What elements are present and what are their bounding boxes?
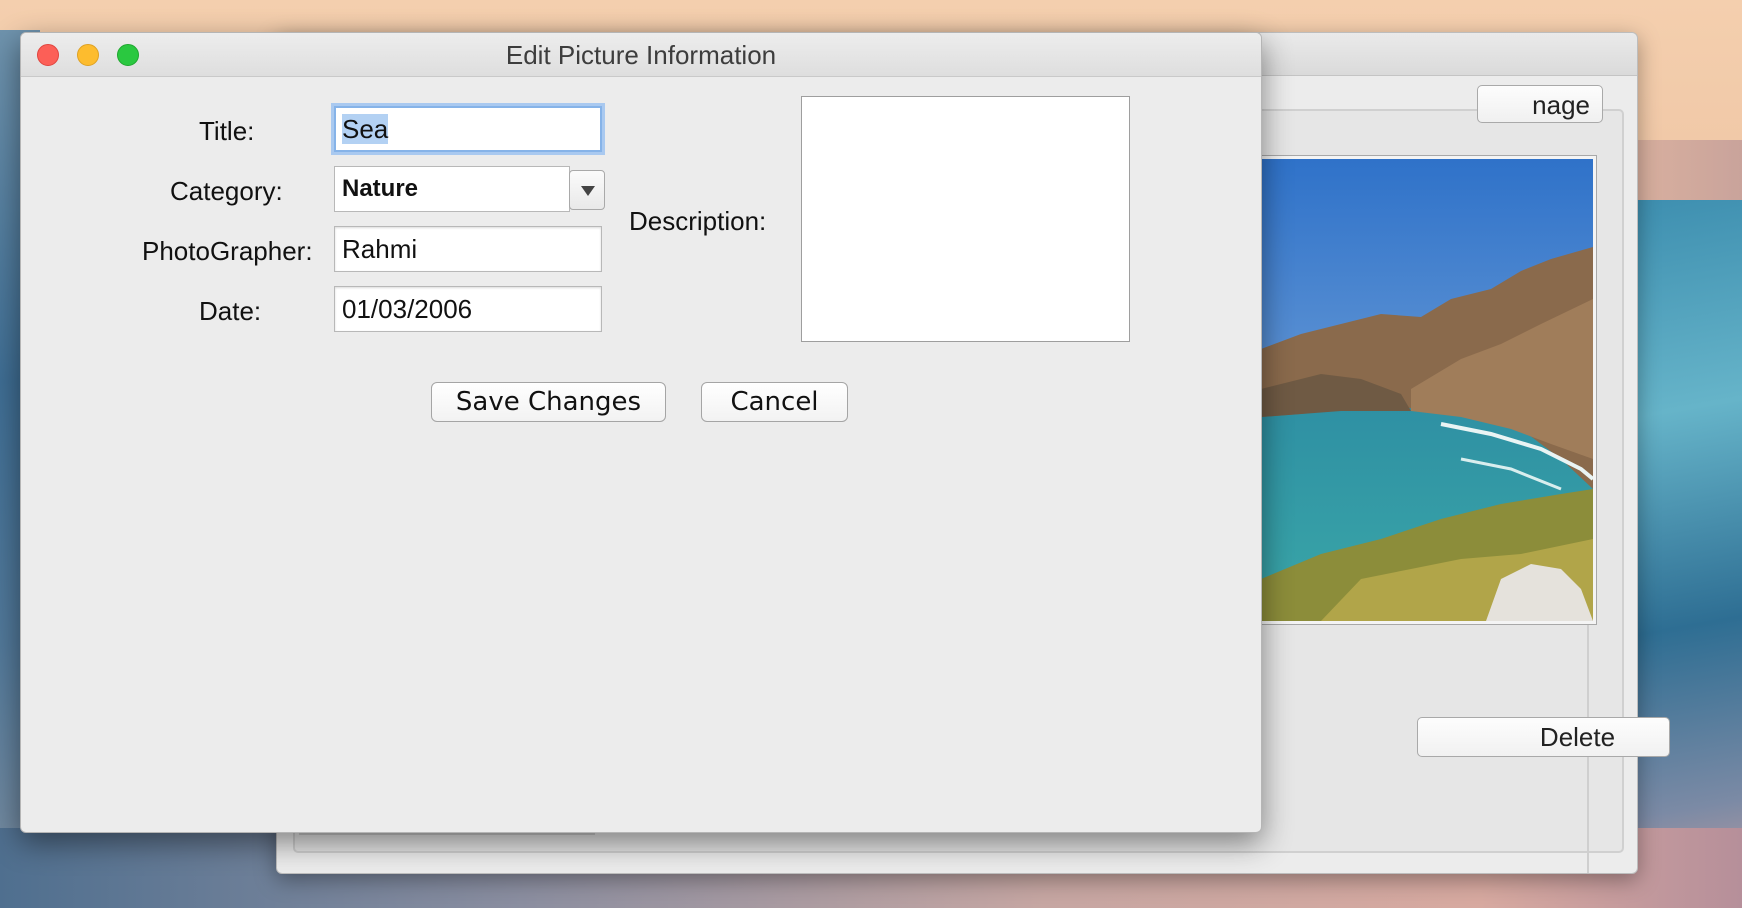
desktop-wallpaper-right: [1632, 200, 1742, 908]
dialog-title: Edit Picture Information: [505, 40, 777, 70]
delete-button[interactable]: Delete: [1417, 717, 1670, 757]
category-select[interactable]: Nature: [334, 166, 570, 212]
title-field-value: Sea: [342, 114, 389, 144]
title-field[interactable]: Sea: [334, 106, 602, 152]
dialog-titlebar[interactable]: Edit Picture Information: [21, 33, 1261, 77]
cancel-button[interactable]: Cancel: [701, 382, 848, 422]
date-label: Date:: [199, 296, 262, 326]
description-textarea[interactable]: [801, 96, 1130, 342]
photographer-field[interactable]: Rahmi: [334, 226, 602, 272]
photographer-label: PhotoGrapher:: [142, 236, 313, 266]
tab-image[interactable]: nage: [1477, 85, 1603, 123]
picture-preview: [1261, 159, 1593, 621]
category-dropdown-button[interactable]: [569, 170, 605, 210]
edit-picture-dialog: Edit Picture Information Title: Sea Cate…: [20, 32, 1262, 833]
chevron-down-icon: [581, 186, 595, 196]
picture-frame: [1257, 155, 1597, 625]
date-field[interactable]: 01/03/2006: [334, 286, 602, 332]
save-changes-button[interactable]: Save Changes: [431, 382, 666, 422]
title-label: Title:: [199, 116, 255, 146]
category-label: Category:: [170, 176, 283, 206]
description-label: Description:: [629, 206, 767, 236]
